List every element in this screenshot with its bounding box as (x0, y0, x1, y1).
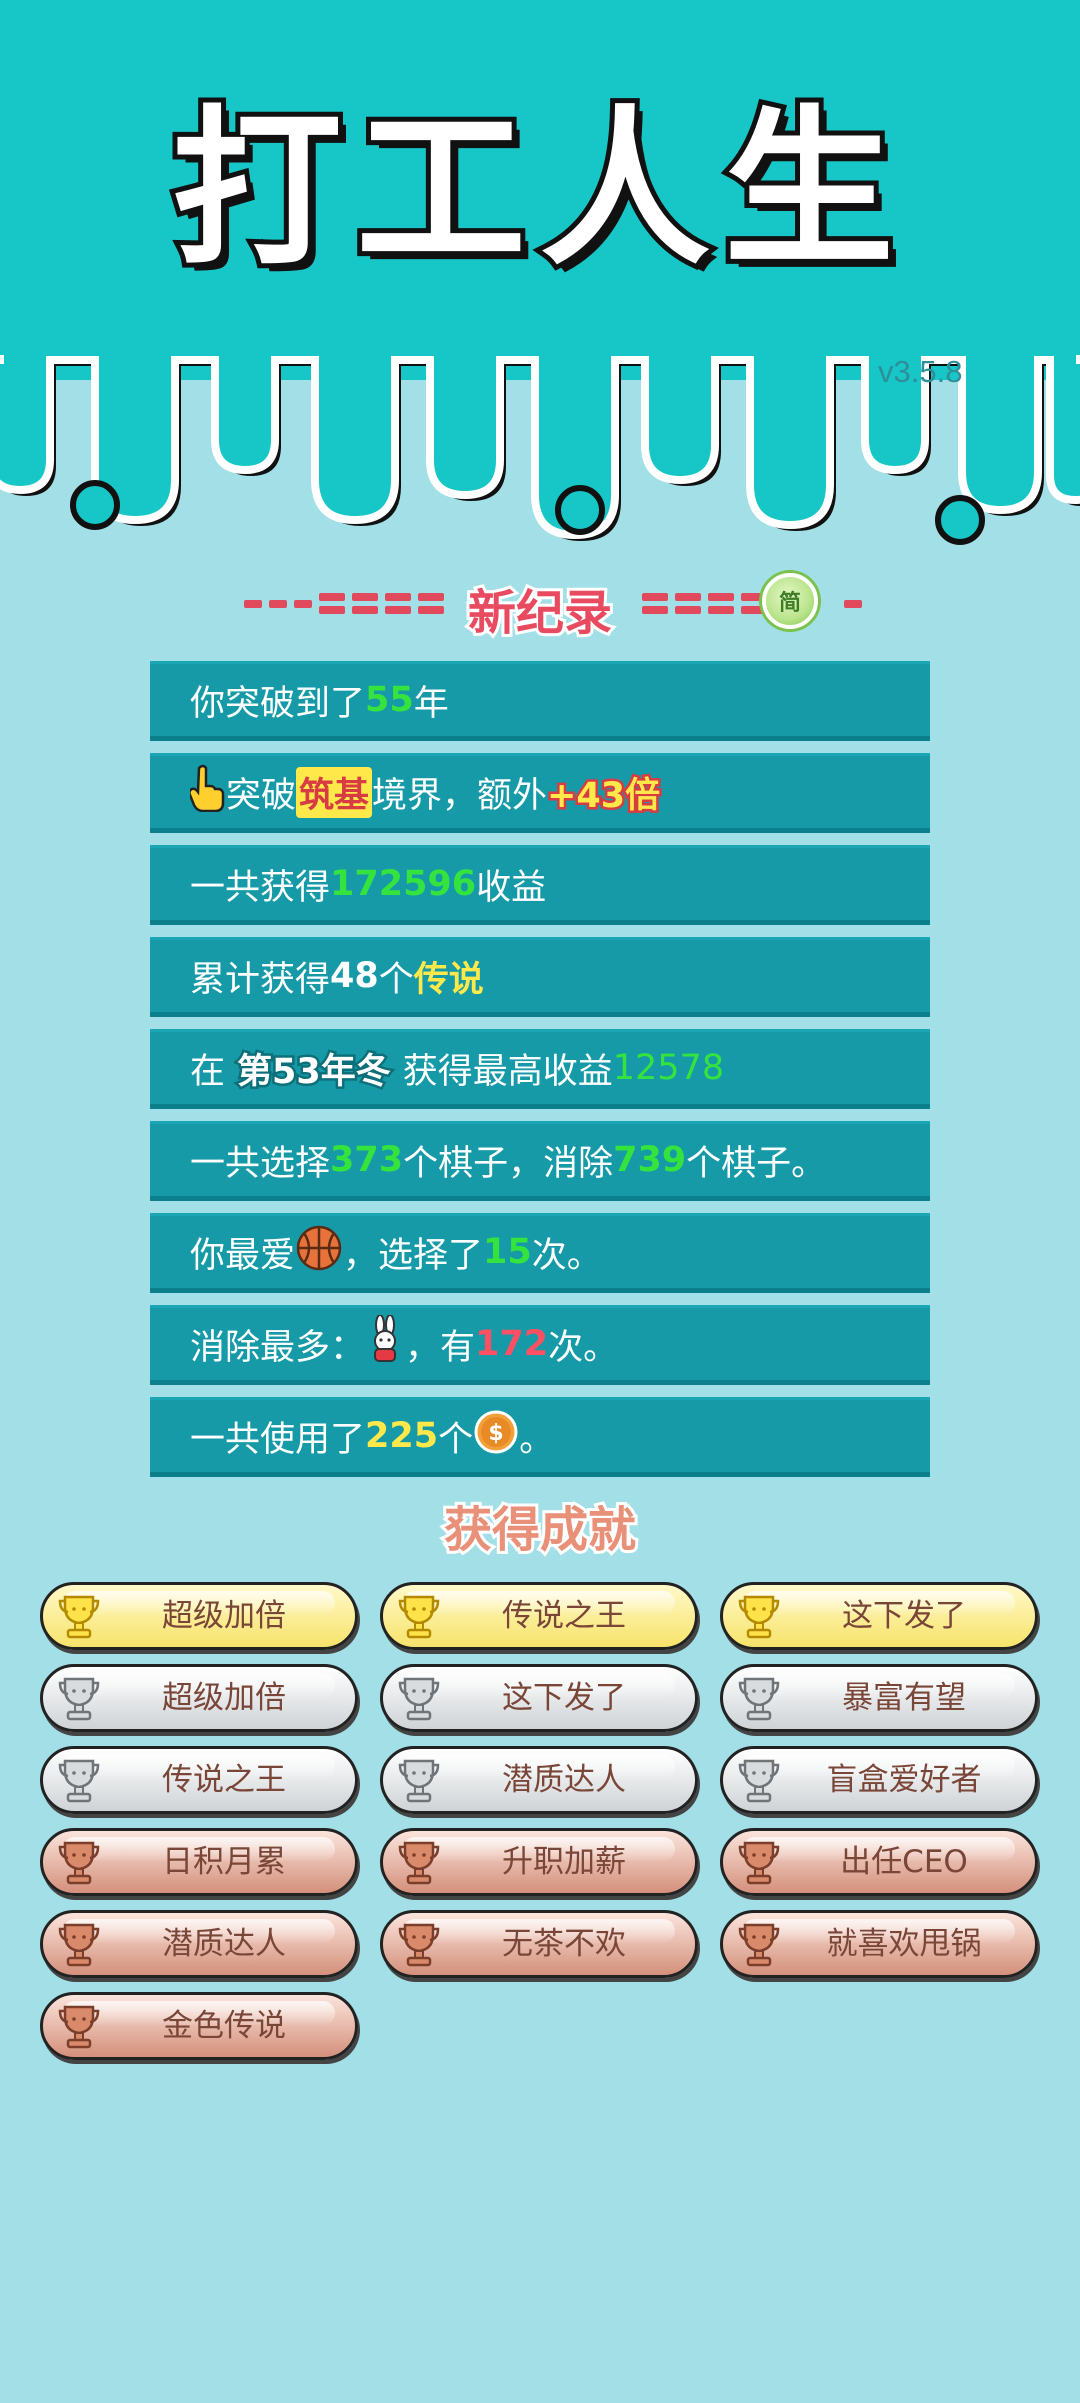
realm-value: 筑基 (296, 766, 373, 818)
achievement-label: 超级加倍 (162, 1680, 286, 1716)
trophy-icon (737, 1837, 781, 1887)
trophy-icon (57, 2001, 101, 2051)
achievement-badge[interactable]: 金色传说 (40, 1992, 358, 2060)
rabbit-icon (365, 1313, 405, 1374)
trophy-icon (57, 1755, 101, 1805)
coin-icon: $ (473, 1409, 519, 1464)
pieces-removed: 739 (613, 1140, 687, 1180)
pointing-hand-icon (188, 764, 226, 821)
achievement-badge[interactable]: 潜质达人 (40, 1910, 358, 1978)
stat-row-years: 你突破到了 55 年 (150, 661, 930, 741)
achievement-label: 盲盒爱好者 (826, 1762, 982, 1798)
achievement-badge[interactable]: 升职加薪 (380, 1828, 698, 1896)
achievement-label: 无茶不欢 (502, 1926, 626, 1962)
game-result-screen: 打工人生 v3.5.8 新纪录 简 你突破到了 55 年 突破 筑基 境界，额外… (0, 0, 1080, 2403)
trophy-icon (397, 1673, 441, 1723)
achievement-badge[interactable]: 这下发了 (720, 1582, 1038, 1650)
basketball-icon (295, 1224, 343, 1281)
pieces-selected: 373 (330, 1140, 404, 1180)
achievement-badge[interactable]: 就喜欢甩锅 (720, 1910, 1038, 1978)
achievement-label: 升职加薪 (502, 1844, 626, 1880)
achievement-badge[interactable]: 盲盒爱好者 (720, 1746, 1038, 1814)
income-value: 172596 (330, 864, 477, 904)
years-value: 55 (365, 680, 414, 720)
achievement-badge[interactable]: 无茶不欢 (380, 1910, 698, 1978)
trophy-icon (397, 1919, 441, 1969)
achievement-label: 这下发了 (842, 1598, 966, 1634)
trophy-icon (737, 1919, 781, 1969)
achievement-badge[interactable]: 超级加倍 (40, 1582, 358, 1650)
achievements-title: 获得成就 (441, 1499, 639, 1561)
legend-label: 传说 (413, 959, 484, 1000)
achievement-label: 超级加倍 (162, 1598, 286, 1634)
trophy-icon (397, 1837, 441, 1887)
achievement-badge[interactable]: 传说之王 (380, 1582, 698, 1650)
stat-row-realm: 突破 筑基 境界，额外 +43倍 (150, 753, 930, 833)
trophy-icon (397, 1755, 441, 1805)
stat-row-favorite: 你最爱 ，选择了 15 次。 (150, 1213, 930, 1293)
new-record-banner: 新纪录 简 (240, 570, 862, 644)
trophy-icon (737, 1755, 781, 1805)
achievement-label: 传说之王 (502, 1598, 626, 1634)
bonus-multiplier: +43倍 (545, 773, 663, 818)
trophy-icon (57, 1591, 101, 1641)
achievement-label: 就喜欢甩锅 (826, 1926, 982, 1962)
stat-row-legends: 累计获得 48 个传说 (150, 937, 930, 1017)
simplified-toggle-button[interactable]: 简 (762, 573, 818, 629)
most-removed-count: 172 (475, 1324, 549, 1364)
achievement-badge[interactable]: 出任CEO (720, 1828, 1038, 1896)
achievement-label: 日积月累 (162, 1844, 286, 1880)
achievement-label: 传说之王 (162, 1762, 286, 1798)
achievement-badge[interactable]: 暴富有望 (720, 1664, 1038, 1732)
trophy-icon (397, 1591, 441, 1641)
trophy-icon (737, 1591, 781, 1641)
achievement-label: 潜质达人 (502, 1762, 626, 1798)
favorite-count: 15 (483, 1232, 532, 1272)
achievement-label: 金色传说 (162, 2008, 286, 2044)
stat-row-most-removed: 消除最多： ，有 172 次。 (150, 1305, 930, 1385)
header: 打工人生 v3.5.8 (0, 0, 1080, 560)
trophy-icon (57, 1673, 101, 1723)
trophy-icon (57, 1837, 101, 1887)
achievement-badge[interactable]: 超级加倍 (40, 1664, 358, 1732)
stat-row-income: 一共获得 172596 收益 (150, 845, 930, 925)
svg-text:$: $ (488, 1421, 503, 1446)
achievement-badge[interactable]: 日积月累 (40, 1828, 358, 1896)
stat-row-coins: 一共使用了 225 个 $ 。 (150, 1397, 930, 1477)
coins-used: 225 (365, 1416, 439, 1456)
trophy-icon (57, 1919, 101, 1969)
game-title: 打工人生 (167, 91, 908, 289)
legend-count: 48 (330, 956, 379, 996)
best-income-value: 12578 (612, 1048, 725, 1088)
achievement-label: 暴富有望 (842, 1680, 966, 1716)
achievement-label: 这下发了 (502, 1680, 626, 1716)
achievement-label: 潜质达人 (162, 1926, 286, 1962)
stat-row-best-season: 在第53年冬 获得最高收益 12578 (150, 1029, 930, 1109)
version-label: v3.5.8 (878, 354, 963, 389)
stats-list: 你突破到了 55 年 突破 筑基 境界，额外 +43倍 一共获得 172596 收益 累计获得… (150, 661, 930, 1489)
achievement-badge[interactable]: 潜质达人 (380, 1746, 698, 1814)
right-dashes (642, 593, 862, 614)
achievement-badge[interactable]: 传说之王 (40, 1746, 358, 1814)
best-season: 第53年冬 (235, 1049, 394, 1094)
achievement-badge[interactable]: 这下发了 (380, 1664, 698, 1732)
stat-row-pieces: 一共选择 373 个棋子，消除 739 个棋子。 (150, 1121, 930, 1201)
achievement-label: 出任CEO (840, 1844, 968, 1880)
trophy-icon (737, 1673, 781, 1723)
